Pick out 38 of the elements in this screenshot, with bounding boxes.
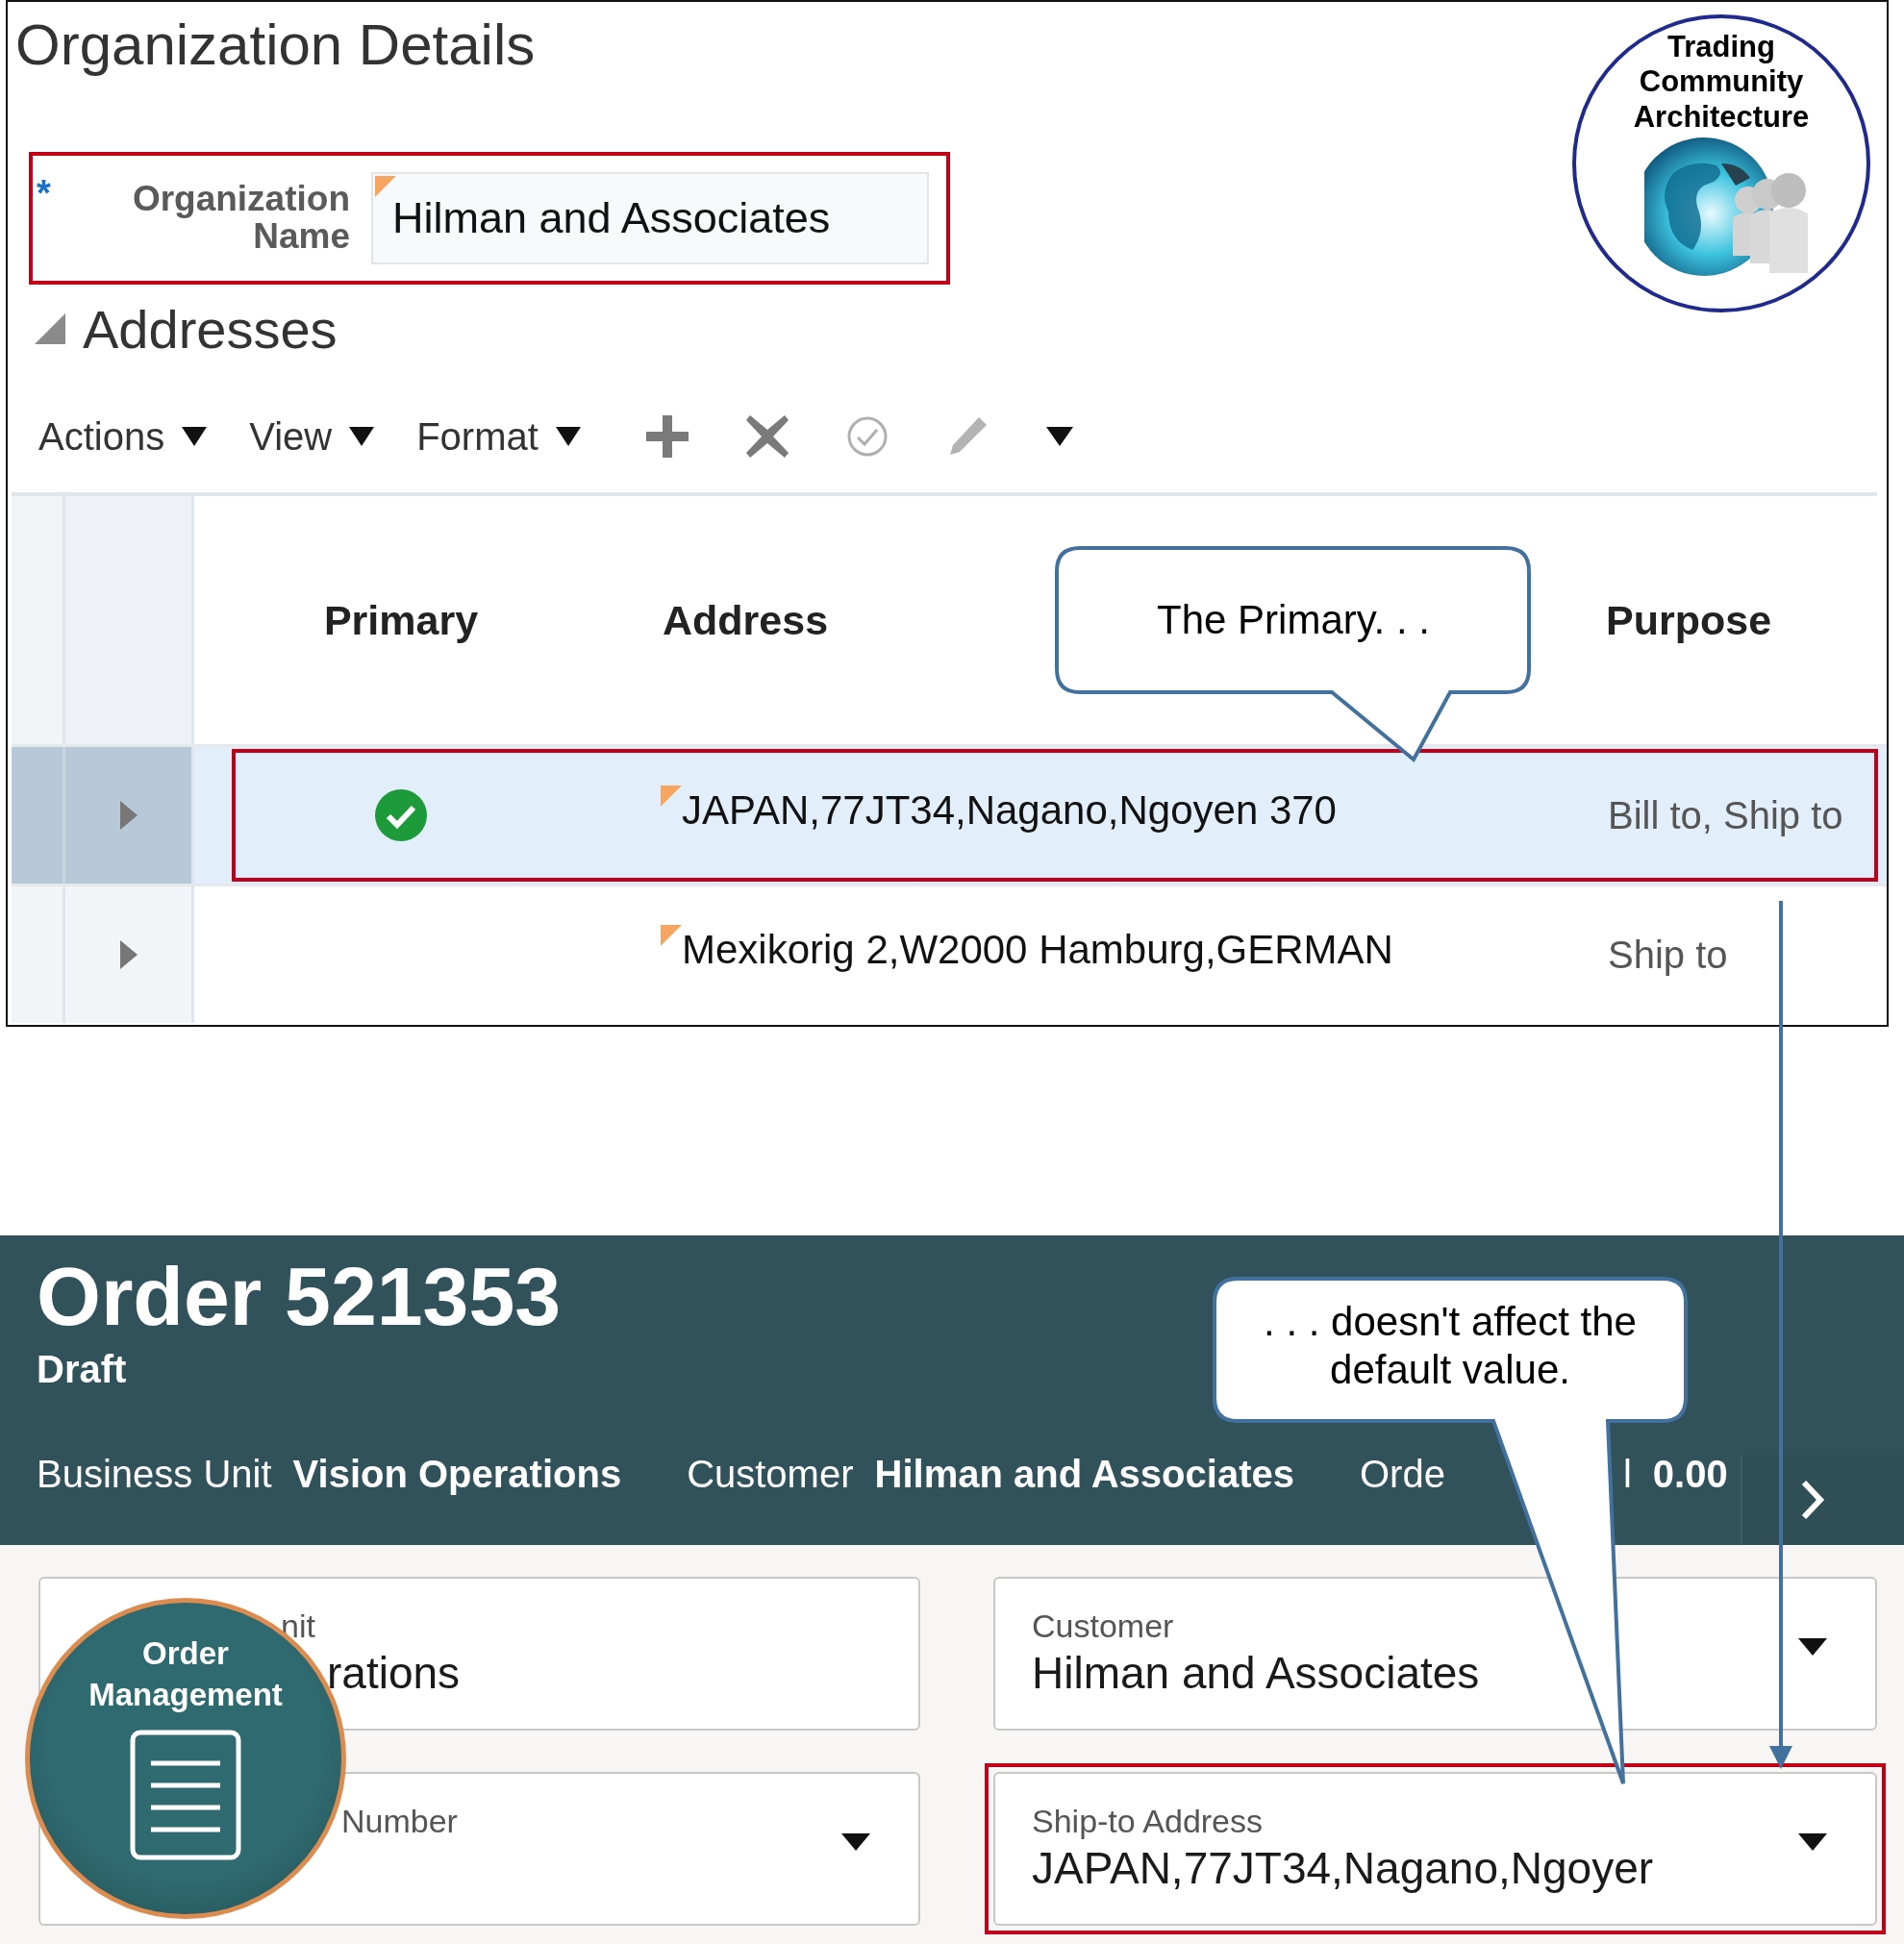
column-header: Primary (323, 596, 479, 644)
table-cell-text: Ship to (1607, 933, 1728, 977)
info-label: Orde (1359, 1452, 1445, 1496)
table-cell-text: Bill to, Ship to (1607, 793, 1843, 837)
table-cell: Mexikorig 2,W2000 Hamburg,GERMAN (682, 927, 1393, 973)
info-label: Customer (687, 1452, 854, 1496)
dropdown-field[interactable]: Customer Hilman and Associates (993, 1577, 1877, 1731)
info-label: Business Unit (37, 1452, 272, 1496)
field-label: Ship-to Address (1032, 1803, 1264, 1840)
menu-button[interactable]: View (249, 414, 375, 459)
field-label: Customer (1032, 1608, 1174, 1645)
menu-button[interactable]: Actions (38, 414, 208, 459)
field-label: Number (341, 1803, 458, 1840)
status-label: Draft (37, 1348, 127, 1391)
dropdown-field[interactable]: Ship-to Address JAPAN,77JT34,Nagano,Ngoyer (993, 1772, 1877, 1926)
info-value: 0.00 (1652, 1452, 1728, 1496)
menu-button[interactable]: Format (416, 414, 581, 459)
column-header: Address (663, 596, 829, 644)
badge-label: Order Management (88, 1634, 283, 1714)
info-value: Hilman and Associates (874, 1452, 1294, 1496)
table-row[interactable]: JAPAN,77JT34,Nagano,Ngoyen 370 Bill to, Ship to (12, 744, 1887, 884)
info-label: l (1622, 1452, 1632, 1496)
required-mark: * (37, 175, 51, 214)
order-title: Order 521353 (37, 1249, 562, 1344)
table-row[interactable]: Mexikorig 2,W2000 Hamburg,GERMAN Ship to (12, 884, 1887, 1023)
field-value: Hilman and Associates (1032, 1647, 1480, 1699)
table-cell: JAPAN,77JT34,Nagano,Ngoyen 370 (682, 787, 1337, 834)
field-value: JAPAN,77JT34,Nagano,Ngoyer (1032, 1842, 1654, 1894)
info-value: Vision Operations (292, 1452, 622, 1496)
column-header: Purpose (1606, 596, 1772, 644)
badge-label: Trading Community Architecture (1632, 30, 1811, 135)
page-title: Organization Details (14, 12, 536, 79)
callout-text: The Primary. . . (1156, 596, 1431, 644)
field-value: rations (327, 1647, 461, 1699)
section-title: Addresses (83, 297, 338, 361)
field-label: Organization Name (132, 179, 350, 256)
callout-text: . . . doesn't affect the default value. (1263, 1298, 1638, 1395)
input-field[interactable]: Hilman and Associates (371, 172, 929, 264)
